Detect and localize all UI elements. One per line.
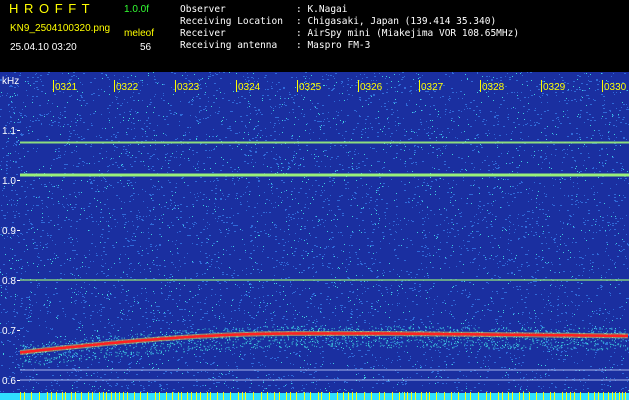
date-time: 25.04.10 03:20 — [10, 42, 77, 53]
info-value-location: : Chigasaki, Japan (139.414 35.340) — [296, 16, 497, 27]
time-tick — [480, 80, 481, 92]
time-label: 0324 — [238, 82, 261, 93]
time-label: 0327 — [421, 82, 444, 93]
info-label-observer: Observer — [180, 4, 226, 15]
y-tick-label: 0.7 — [2, 326, 16, 337]
y-tick — [17, 180, 20, 181]
y-tick — [17, 380, 20, 381]
file-name: KN9_2504100320.png — [10, 23, 111, 34]
time-tick — [297, 80, 298, 92]
carrier-line — [20, 173, 629, 177]
info-value-receiver: : AirSpy mini (Miakejima VOR 108.65MHz) — [296, 28, 520, 39]
time-label: 0323 — [177, 82, 200, 93]
y-tick — [17, 280, 20, 281]
y-tick-label: 0.8 — [2, 276, 16, 287]
meleof-value: 56 — [140, 42, 152, 53]
time-tick — [358, 80, 359, 92]
time-label: 0326 — [360, 82, 383, 93]
time-label: 0322 — [116, 82, 139, 93]
time-tick — [53, 80, 54, 92]
info-label-antenna: Receiving antenna — [180, 40, 278, 51]
y-unit-label: kHz — [2, 76, 19, 87]
y-tick-label: 1.1 — [2, 126, 16, 137]
info-value-antenna: : Maspro FM-3 — [296, 40, 371, 51]
y-tick — [17, 130, 20, 131]
bottom-bar — [0, 392, 629, 400]
app-version: 1.0.0f — [124, 4, 150, 15]
app-title: H R O F F T — [9, 1, 91, 16]
time-label: 0330 — [604, 82, 627, 93]
time-tick — [236, 80, 237, 92]
y-tick — [17, 330, 20, 331]
bottom-strip — [0, 393, 629, 400]
info-value-observer: : K.Nagai — [296, 4, 348, 15]
carrier-line — [20, 279, 629, 281]
time-label: 0321 — [55, 82, 78, 93]
meleof-label: meleof — [124, 28, 155, 39]
time-tick — [541, 80, 542, 92]
y-tick-label: 0.6 — [2, 376, 16, 387]
time-tick — [175, 80, 176, 92]
time-tick — [114, 80, 115, 92]
carrier-line — [20, 369, 629, 371]
time-label: 0325 — [299, 82, 322, 93]
y-tick — [17, 230, 20, 231]
info-label-location: Receiving Location — [180, 16, 283, 27]
carrier-line — [20, 379, 629, 381]
time-tick — [419, 80, 420, 92]
carrier-line — [20, 141, 629, 144]
info-label-receiver: Receiver — [180, 28, 226, 39]
spectrogram: 0321 0322 0323 0324 0325 0326 0327 0328 0329 0330… — [0, 72, 629, 400]
y-tick-label: 1.0 — [2, 176, 16, 187]
y-tick-label: 0.9 — [2, 226, 16, 237]
time-tick — [602, 80, 603, 92]
header-panel: H R O F F T 1.0.0f KN9_2504100320.png me… — [0, 0, 629, 72]
time-label: 0328 — [482, 82, 505, 93]
time-label: 0329 — [543, 82, 566, 93]
